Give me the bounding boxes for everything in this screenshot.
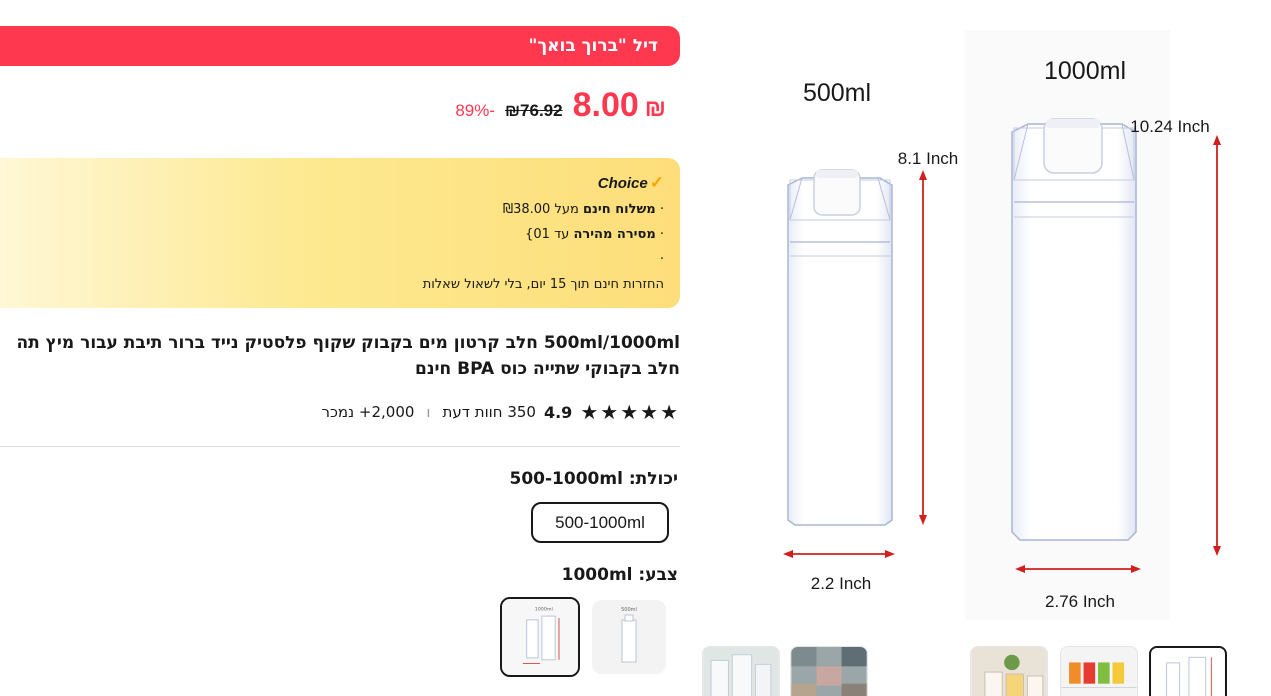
- star-icon: ★: [600, 400, 619, 424]
- currency-symbol: ₪: [644, 95, 666, 122]
- small-bottle: [787, 169, 893, 526]
- product-gallery: 500ml 8.1 Inch 2.2 Inch 1000ml 10.24 Inc…: [690, 0, 1271, 696]
- large-height-label: 10.24 Inch: [1130, 117, 1209, 136]
- thumbnail-fridge[interactable]: [1060, 646, 1138, 696]
- small-height-label: 8.1 Inch: [898, 149, 959, 168]
- star-icon: ★: [640, 400, 659, 424]
- capacity-option-500-1000ml[interactable]: 500-1000ml: [531, 502, 669, 543]
- swatch-volume-label: 1000ml: [535, 606, 553, 612]
- small-width-label: 2.2 Inch: [811, 574, 872, 593]
- fast-delivery-line: · מסירה מהירה עד 01}: [0, 225, 664, 244]
- price-row: ₪ 8.00 ₪76.92 -89%: [455, 86, 666, 125]
- thumbnail-image: [971, 647, 1047, 696]
- star-icon: ★: [660, 400, 678, 424]
- color-swatch-1000ml[interactable]: 1000ml: [500, 597, 580, 677]
- free-shipping-threshold: מעל ₪38.00: [502, 202, 583, 217]
- large-volume-label: 1000ml: [1044, 57, 1126, 85]
- thumbnail-lifestyle[interactable]: [702, 646, 780, 696]
- rating-separator: ו: [426, 403, 431, 421]
- large-bottle: [1011, 118, 1137, 541]
- thumbnail-strip: [690, 646, 1271, 696]
- color-label: צבע: 1000ml: [561, 565, 678, 585]
- choice-brand: Choice: [597, 174, 648, 192]
- review-count[interactable]: 350 חוות דעת: [443, 403, 536, 421]
- original-price: ₪76.92: [505, 101, 563, 120]
- rating-score: 4.9: [543, 402, 573, 422]
- sold-count: 2,000+ נמכר: [321, 403, 415, 421]
- bullet: ·: [655, 202, 664, 217]
- large-width-label: 2.76 Inch: [1045, 592, 1115, 611]
- deal-label: דיל "ברוך בואך": [528, 36, 659, 56]
- bullet: ·: [655, 227, 664, 242]
- current-price-value: 8.00: [572, 86, 639, 124]
- thumbnail-image: [703, 647, 779, 696]
- thumbnail-size-chart[interactable]: [1149, 646, 1227, 696]
- main-product-image[interactable]: 500ml 8.1 Inch 2.2 Inch 1000ml 10.24 Inc…: [750, 20, 1250, 630]
- fast-delivery-date: עד 01}: [525, 227, 574, 242]
- thumbnail-image: [1061, 647, 1137, 696]
- small-volume-label: 500ml: [803, 79, 871, 107]
- choice-logo: ✓ Choice: [0, 172, 664, 194]
- swatch-volume-label: 500ml: [621, 607, 637, 613]
- free-shipping-line: · משלוח חינם מעל ₪38.00: [0, 200, 664, 219]
- free-shipping-label: משלוח חינם: [582, 202, 656, 217]
- bottles-size-diagram: 500ml 8.1 Inch 2.2 Inch 1000ml 10.24 Inc…: [750, 20, 1250, 630]
- fast-delivery-label: מסירה מהירה: [573, 227, 656, 242]
- swatch-thumbnail: 500ml: [592, 600, 666, 674]
- discount-percent: -89%: [455, 101, 496, 120]
- thumbnail-kitchen[interactable]: [970, 646, 1048, 696]
- rating-row[interactable]: ★ ★ ★ ★ ★ 4.9 350 חוות דעת ו 2,000+ נמכר: [322, 400, 678, 424]
- current-price: ₪ 8.00: [573, 86, 666, 125]
- star-icon: ★: [620, 400, 639, 424]
- thumbnail-image: [1151, 648, 1225, 696]
- choice-benefits-box: ✓ Choice · משלוח חינם מעל ₪38.00 · מסירה…: [0, 158, 680, 308]
- check-icon: ✓: [649, 173, 664, 192]
- thumbnail-image: [791, 647, 867, 696]
- star-icon: ★: [580, 400, 599, 424]
- capacity-label: יכולת: 500-1000ml: [509, 469, 679, 489]
- rating-stars: ★ ★ ★ ★ ★: [580, 400, 678, 424]
- bullet-line: ·: [659, 252, 664, 267]
- product-title: 500ml/1000ml חלב קרטון מים בקבוק שקוף פל…: [16, 333, 680, 379]
- welcome-deal-banner: דיל "ברוך בואך": [0, 26, 680, 66]
- color-swatch-500ml[interactable]: 500ml: [592, 600, 666, 674]
- swatch-thumbnail: 1000ml: [502, 599, 578, 675]
- free-returns-line: החזרות חינם תוך 15 יום, בלי לשאול שאלות: [422, 277, 664, 292]
- thumbnail-blurred[interactable]: [790, 646, 868, 696]
- divider: [0, 446, 680, 447]
